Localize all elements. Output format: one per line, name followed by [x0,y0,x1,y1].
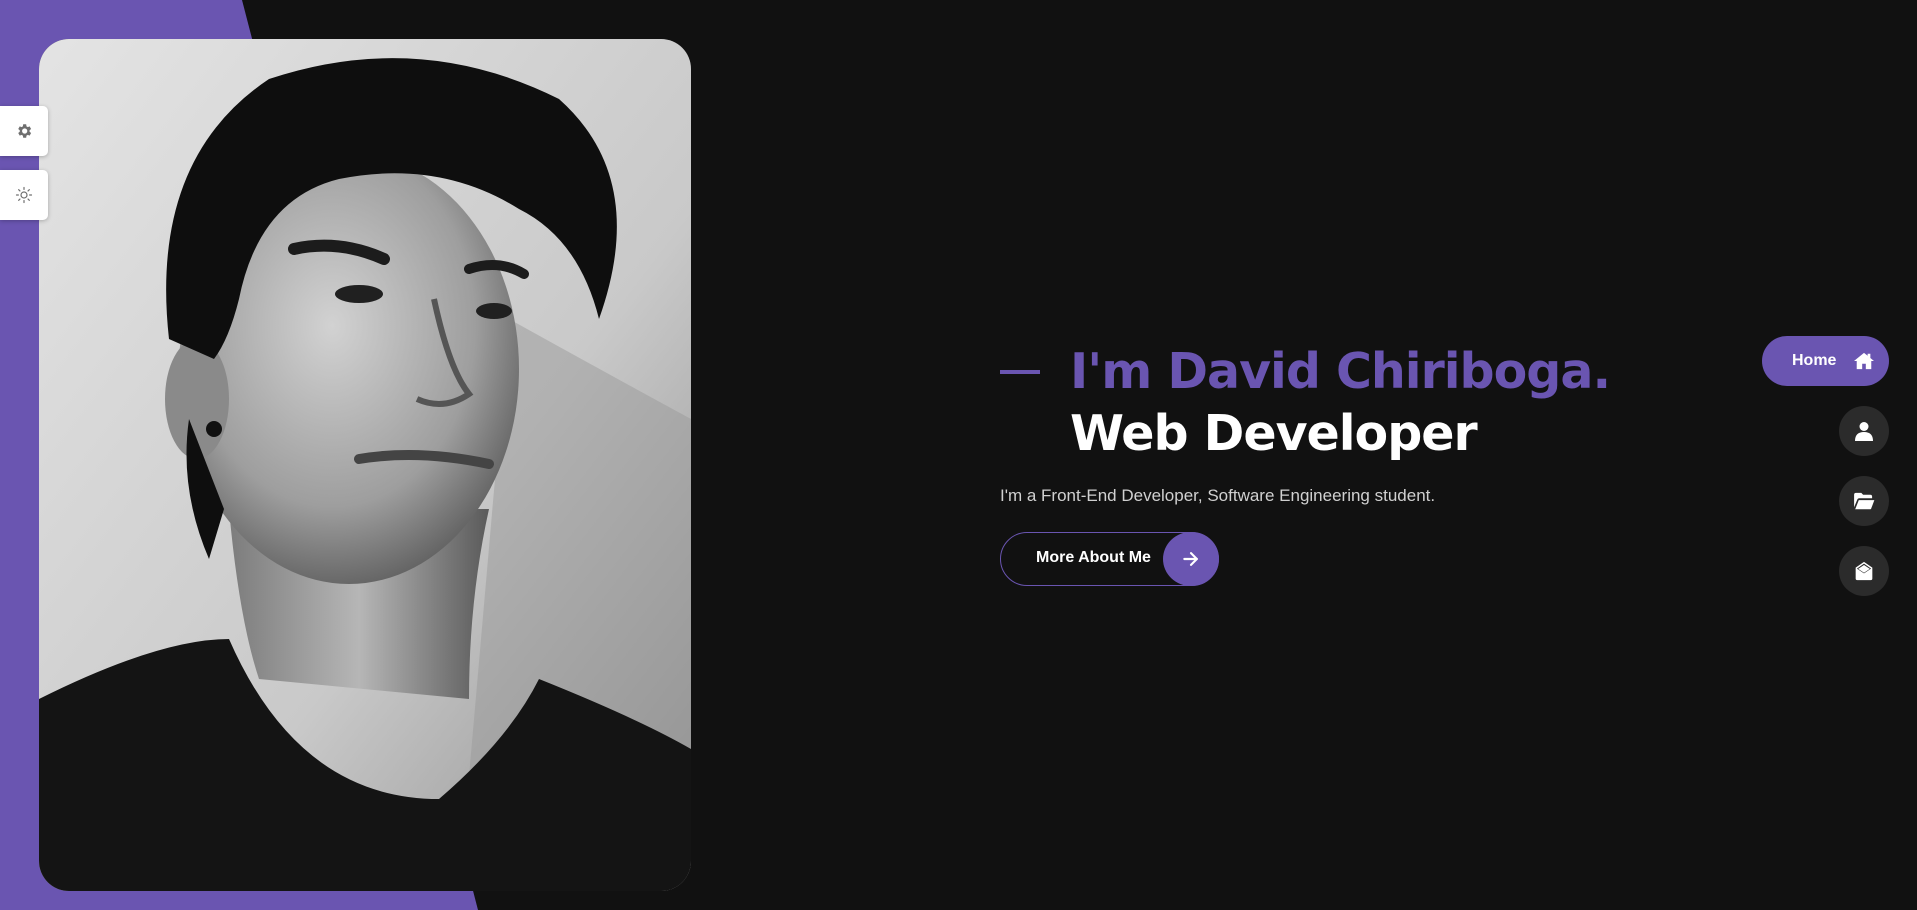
hero-name: I'm David Chiriboga. [1070,343,1611,400]
hero-section: I'm David Chiriboga. Web Developer I'm a… [1000,340,1620,586]
more-about-me-label: More About Me [1036,549,1151,566]
theme-toggle-button[interactable] [0,170,48,220]
hero-description: I'm a Front-End Developer, Software Engi… [1000,486,1436,505]
nav-contact[interactable] [1839,546,1889,596]
more-about-me-button[interactable]: More About Me [1000,532,1219,586]
sun-icon [15,186,33,204]
gear-icon [15,122,33,140]
user-icon [1855,421,1873,441]
nav-portfolio[interactable] [1839,476,1889,526]
home-icon [1853,351,1875,371]
page: I'm David Chiriboga. Web Developer I'm a… [0,0,1917,910]
envelope-open-icon [1854,561,1874,581]
hero-role: Web Developer [1070,405,1478,462]
title-accent-dash [1000,370,1040,374]
portrait-photo-image [39,39,691,891]
nav-home-label: Home [1792,352,1837,369]
profile-photo [39,39,691,891]
folder-open-icon [1853,492,1875,510]
arrow-right-icon [1163,532,1219,586]
nav-about[interactable] [1839,406,1889,456]
nav-home[interactable]: Home [1762,336,1889,386]
hero-title: I'm David Chiriboga. Web Developer [1000,340,1620,464]
settings-toggle-button[interactable] [0,106,48,156]
